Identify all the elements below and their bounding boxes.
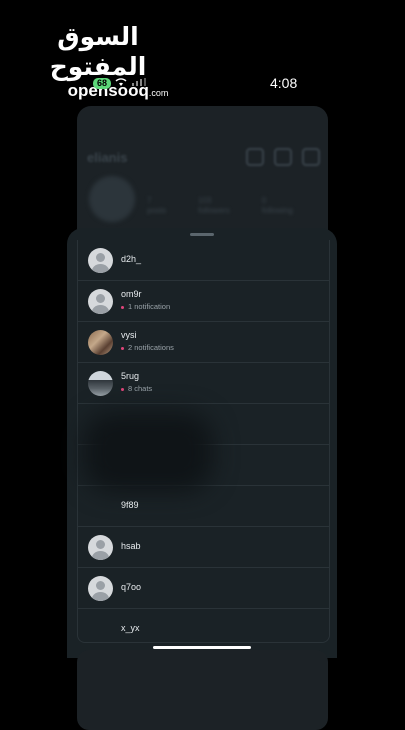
home-indicator[interactable] <box>153 646 251 649</box>
notification-dot-icon <box>121 387 124 391</box>
avatar <box>88 289 113 314</box>
battery-indicator: 68 <box>93 78 112 89</box>
account-row-vysi[interactable]: vysi 2 notifications <box>78 322 329 363</box>
account-row-5rug[interactable]: 5rug 8 chats <box>78 363 329 404</box>
stat-followers: 103 followers <box>198 196 230 215</box>
notification-dot-icon <box>121 305 124 309</box>
account-switcher-sheet: d2h_ om9r 1 notification vysi 2 notifica… <box>67 228 337 658</box>
threads-icon <box>246 148 264 166</box>
wifi-icon <box>115 78 127 86</box>
signal-icon <box>132 78 146 86</box>
account-username: 9f89 <box>121 500 139 510</box>
blur-redaction <box>83 412 213 492</box>
status-bar: 68 4:08 <box>0 72 405 94</box>
create-icon <box>274 148 292 166</box>
account-row-d2h[interactable]: d2h_ <box>78 240 329 281</box>
avatar <box>88 371 113 396</box>
account-row-9f89[interactable]: 9f89 <box>78 486 329 527</box>
clock: 4:08 <box>270 75 298 91</box>
bottom-card <box>77 650 328 730</box>
notification-dot-icon <box>121 346 124 350</box>
account-username: vysi <box>121 330 137 340</box>
account-username: hsab <box>121 541 141 551</box>
stat-following: 0 following <box>261 196 293 215</box>
menu-icon <box>302 148 320 166</box>
avatar <box>88 248 113 273</box>
account-list: d2h_ om9r 1 notification vysi 2 notifica… <box>77 240 330 643</box>
profile-actions <box>246 148 320 166</box>
account-notification-status: 8 chats <box>121 384 152 393</box>
account-username: om9r <box>121 289 142 299</box>
account-username: x_yx <box>121 623 140 633</box>
account-row-hsab[interactable]: hsab <box>78 527 329 568</box>
account-row-x_yx[interactable]: x_yx <box>78 609 329 649</box>
account-row-om9r[interactable]: om9r 1 notification <box>78 281 329 322</box>
profile-avatar <box>89 176 135 222</box>
profile-stats: 7 posts 103 followers 0 following <box>147 196 293 216</box>
avatar <box>88 330 113 355</box>
account-username: d2h_ <box>121 254 142 264</box>
avatar <box>88 576 113 601</box>
account-username: q7oo <box>121 582 142 592</box>
avatar <box>88 535 113 560</box>
stat-posts: 7 posts <box>147 196 167 215</box>
sheet-grabber[interactable] <box>190 233 214 236</box>
account-username: 5rug <box>121 371 140 381</box>
account-row-q7oo[interactable]: q7oo <box>78 568 329 609</box>
account-notification-status: 2 notifications <box>121 343 174 352</box>
profile-username: elianis <box>87 150 128 165</box>
account-notification-status: 1 notification <box>121 302 170 311</box>
